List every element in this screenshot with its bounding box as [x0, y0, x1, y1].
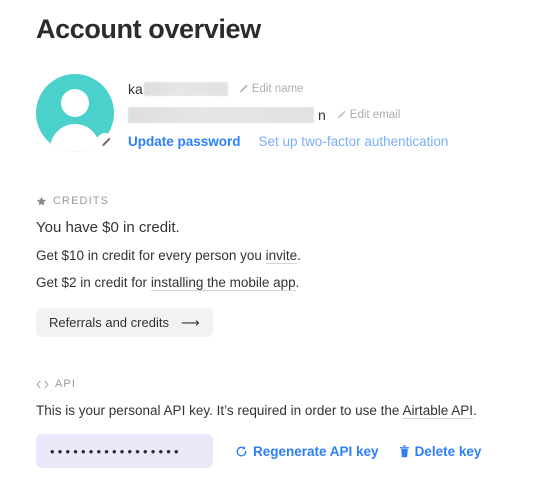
referrals-and-credits-label: Referrals and credits: [49, 315, 169, 330]
credit-line: Get $10 in credit for every person you i…: [36, 248, 497, 264]
credit-line-text: Get $10 in credit for every person you: [36, 248, 266, 263]
regenerate-api-key-label: Regenerate API key: [253, 443, 379, 459]
credit-line-text: Get $2 in credit for: [36, 275, 151, 290]
credits-section-label: CREDITS: [53, 195, 109, 207]
account-overview-page: Account overview ka Edit name n Edit ema…: [0, 0, 533, 500]
api-section-label: API: [55, 378, 77, 390]
profile-block: ka Edit name n Edit email Update passwor…: [36, 74, 497, 152]
trash-icon: [399, 444, 410, 458]
api-description: This is your personal API key. It’s requ…: [36, 403, 497, 419]
regenerate-api-key-button[interactable]: Regenerate API key: [235, 444, 379, 459]
credit-line: Get $2 in credit for installing the mobi…: [36, 275, 497, 291]
code-brackets-icon: [36, 379, 49, 390]
email-redaction: [128, 107, 314, 123]
api-description-text: This is your personal API key. It’s requ…: [36, 403, 403, 418]
pencil-icon: [102, 138, 111, 147]
api-description-suffix: .: [473, 403, 477, 418]
edit-email-label: Edit email: [349, 109, 401, 121]
credit-line-suffix: .: [297, 248, 301, 263]
avatar-head-shape: [61, 89, 89, 117]
avatar[interactable]: [36, 74, 115, 152]
pencil-icon: [238, 84, 248, 94]
name-row: ka Edit name: [128, 78, 497, 100]
install-mobile-app-link[interactable]: installing the mobile app: [150, 275, 296, 291]
update-password-link[interactable]: Update password: [128, 134, 241, 149]
credit-line-suffix: .: [295, 275, 300, 290]
api-key-row: ••••••••••••••••• Regenerate API key Del…: [36, 434, 497, 468]
user-email-suffix: n: [318, 107, 326, 123]
referrals-and-credits-button[interactable]: Referrals and credits ⟶: [36, 308, 213, 337]
api-key-field[interactable]: •••••••••••••••••: [36, 434, 213, 468]
setup-two-factor-link[interactable]: Set up two-factor authentication: [259, 134, 449, 149]
name-redaction: [143, 82, 228, 96]
airtable-api-link[interactable]: Airtable API: [402, 403, 473, 419]
pencil-icon: [336, 110, 346, 120]
refresh-icon: [235, 445, 248, 458]
profile-details: ka Edit name n Edit email Update passwor…: [128, 74, 497, 149]
credits-section-header: CREDITS: [36, 195, 497, 207]
arrow-right-icon: ⟶: [180, 315, 200, 330]
api-section: API This is your personal API key. It’s …: [36, 378, 497, 468]
edit-name-label: Edit name: [251, 83, 304, 95]
email-row: n Edit email: [128, 104, 497, 126]
avatar-body-shape: [50, 124, 100, 152]
edit-name-button[interactable]: Edit name: [238, 83, 304, 95]
star-icon: [36, 196, 47, 207]
credits-section: CREDITS You have $0 in credit. Get $10 i…: [36, 195, 497, 337]
credit-balance-text: You have $0 in credit.: [36, 219, 180, 236]
edit-email-button[interactable]: Edit email: [336, 109, 401, 121]
delete-key-label: Delete key: [414, 443, 482, 459]
account-action-links: Update password Set up two-factor authen…: [128, 134, 497, 149]
invite-link[interactable]: invite: [265, 248, 298, 264]
user-name: ka: [128, 81, 143, 97]
api-section-header: API: [36, 378, 497, 390]
avatar-edit-button[interactable]: [96, 133, 115, 152]
page-title: Account overview: [36, 14, 261, 44]
delete-key-button[interactable]: Delete key: [399, 443, 482, 459]
